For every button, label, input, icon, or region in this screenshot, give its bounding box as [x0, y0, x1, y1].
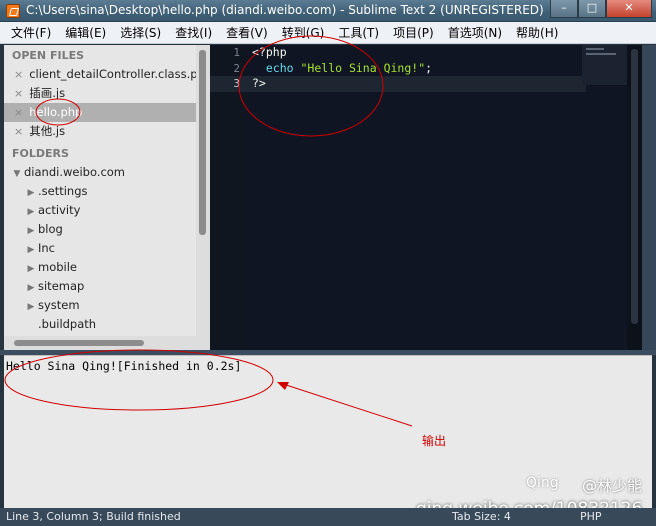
open-files-heading: OPEN FILES: [12, 49, 85, 62]
open-file-item[interactable]: × 其他.js: [4, 122, 196, 141]
string-literal: "Hello Sina Qing!": [300, 60, 426, 75]
open-file-name: client_detailController.class.php: [29, 67, 196, 81]
sidebar-scroll-thumb[interactable]: [199, 50, 206, 235]
folder-name: .settings: [38, 184, 88, 198]
semicolon: ;: [425, 60, 433, 75]
code-line-active[interactable]: ?>: [246, 76, 586, 92]
status-bar: Line 3, Column 3; Build finished Tab Siz…: [0, 508, 656, 526]
folders-heading: FOLDERS: [12, 147, 69, 160]
line-number: 1: [233, 46, 240, 59]
menu-view[interactable]: 查看(V): [219, 24, 275, 41]
project-folder[interactable]: ▼ diandi.weibo.com: [4, 163, 196, 182]
menu-bar: 文件(F) 编辑(E) 选择(S) 查找(I) 查看(V) 转到(G) 工具(T…: [0, 22, 656, 44]
build-output-text: Hello Sina Qing![Finished in 0.2s]: [6, 359, 242, 373]
folder-item[interactable]: ▶ activity: [4, 201, 196, 220]
menu-preferences[interactable]: 首选项(N): [441, 24, 509, 41]
tab-size-indicator[interactable]: Tab Size: 4: [452, 508, 511, 526]
folder-item[interactable]: ▶ system: [4, 296, 196, 315]
code-area[interactable]: <?php echo "Hello Sina Qing!"; ?>: [246, 45, 586, 92]
minimap-line: [586, 53, 616, 55]
code-line[interactable]: echo "Hello Sina Qing!";: [246, 61, 586, 77]
qing-logo: Qing: [526, 475, 559, 491]
build-output-panel[interactable]: Hello Sina Qing![Finished in 0.2s] 输出 Qi…: [4, 355, 652, 519]
line-number-gutter: 1 2 3: [210, 45, 246, 350]
collapse-arrow-icon[interactable]: ▼: [10, 165, 24, 184]
folder-item[interactable]: ▶ Inc: [4, 239, 196, 258]
maximize-button[interactable]: □: [578, 0, 606, 18]
title-bar[interactable]: C:\Users\sina\Desktop\hello.php (diandi.…: [0, 0, 656, 22]
menu-selection[interactable]: 选择(S): [113, 24, 168, 41]
keyword-echo: echo: [265, 60, 294, 75]
open-file-item[interactable]: × client_detailController.class.php: [4, 65, 196, 84]
open-file-name: hello.php: [29, 105, 83, 119]
sidebar-horizontal-scrollbar[interactable]: [4, 336, 210, 350]
window-title: C:\Users\sina\Desktop\hello.php (diandi.…: [26, 3, 544, 17]
open-file-name: 插画.js: [29, 86, 66, 100]
menu-help[interactable]: 帮助(H): [509, 24, 565, 41]
close-file-icon[interactable]: ×: [14, 125, 23, 138]
open-file-item[interactable]: × 插画.js: [4, 84, 196, 103]
folder-name: mobile: [38, 260, 78, 274]
window-frame-right: [642, 45, 656, 350]
close-file-icon[interactable]: ×: [14, 106, 23, 119]
sublime-window: C:\Users\sina\Desktop\hello.php (diandi.…: [0, 0, 656, 526]
minimize-button[interactable]: –: [550, 0, 578, 18]
file-item[interactable]: .buildpath: [4, 315, 196, 334]
sublime-app-icon: [6, 4, 20, 18]
sidebar-vertical-scrollbar[interactable]: [196, 45, 210, 336]
folder-name: activity: [38, 203, 81, 217]
status-text: Line 3, Column 3; Build finished: [6, 510, 181, 523]
code-line[interactable]: <?php: [246, 45, 586, 61]
editor-vertical-scrollbar[interactable]: [627, 45, 642, 350]
menu-edit[interactable]: 编辑(E): [58, 24, 113, 41]
code-editor[interactable]: 1 2 3 <?php echo "Hello Sina Qing!"; ?>: [210, 45, 642, 350]
minimap[interactable]: [582, 45, 627, 85]
close-file-icon[interactable]: ×: [14, 68, 23, 81]
editor-scroll-thumb[interactable]: [631, 49, 638, 324]
menu-file[interactable]: 文件(F): [4, 24, 58, 41]
line-number-active: 3: [210, 76, 246, 92]
close-file-icon[interactable]: ×: [14, 87, 23, 100]
close-button[interactable]: ✕: [606, 0, 652, 18]
open-file-item-selected[interactable]: × hello.php: [4, 103, 196, 122]
folder-name: system: [38, 298, 80, 312]
folder-name: sitemap: [38, 279, 85, 293]
open-file-name: 其他.js: [29, 124, 66, 138]
sidebar-hscroll-thumb[interactable]: [14, 340, 144, 346]
menu-tools[interactable]: 工具(T): [331, 24, 386, 41]
project-folder-name: diandi.weibo.com: [24, 165, 126, 179]
menu-project[interactable]: 项目(P): [386, 24, 441, 41]
weibo-user-watermark: @林少能: [582, 477, 643, 495]
minimap-line: [586, 48, 604, 50]
syntax-indicator[interactable]: PHP: [580, 508, 602, 526]
folder-name: Inc: [38, 241, 56, 255]
annotation-label: 输出: [422, 434, 447, 448]
file-name: .buildpath: [38, 317, 97, 331]
expand-arrow-icon[interactable]: ▶: [24, 298, 38, 317]
window-controls: – □ ✕: [550, 0, 652, 18]
folder-item[interactable]: ▶ sitemap: [4, 277, 196, 296]
folder-item[interactable]: ▶ .settings: [4, 182, 196, 201]
line-number: 2: [233, 61, 240, 75]
folder-item[interactable]: ▶ mobile: [4, 258, 196, 277]
folder-name: blog: [38, 222, 63, 236]
menu-goto[interactable]: 转到(G): [275, 24, 332, 41]
menu-find[interactable]: 查找(I): [168, 24, 219, 41]
sidebar: OPEN FILES × client_detailController.clas…: [4, 45, 196, 336]
folder-item[interactable]: ▶ blog: [4, 220, 196, 239]
